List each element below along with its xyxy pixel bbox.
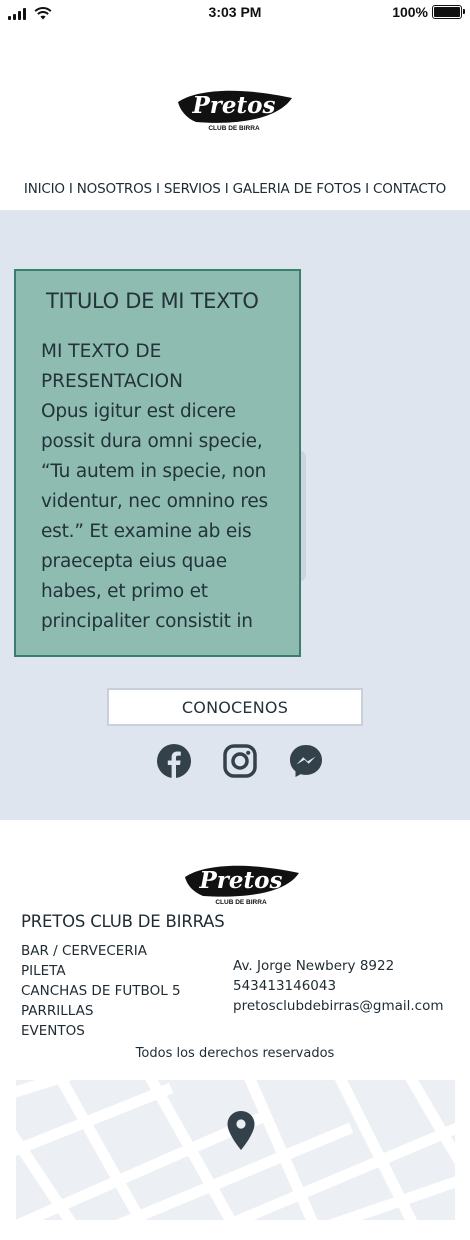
email-link[interactable]: pretosclubdebirras@gmail.com bbox=[233, 996, 444, 1016]
card-body: Opus igitur est dicere possit dura omni … bbox=[41, 401, 268, 632]
social-links bbox=[156, 743, 324, 779]
footer-title: PRETOS CLUB DE BIRRAS bbox=[21, 912, 225, 931]
location-map[interactable] bbox=[16, 1080, 455, 1220]
messenger-icon[interactable] bbox=[288, 743, 324, 779]
service-item: CANCHAS DE FUTBOL 5 bbox=[21, 983, 181, 999]
service-item: PILETA bbox=[21, 963, 66, 979]
contact-info: Av. Jorge Newbery 8922 543413146043 pret… bbox=[233, 956, 444, 1016]
services-list: BAR / CERVECERIA PILETA CANCHAS DE FUTBO… bbox=[21, 941, 181, 1041]
card-subtitle: MI TEXTO DE PRESENTACION bbox=[41, 341, 183, 392]
footer-logo[interactable]: Pretos CLUB DE BIRRA bbox=[183, 857, 301, 907]
main-nav[interactable]: INICIO I NOSOTROS I SERVIOS I GALERIA DE… bbox=[0, 181, 470, 197]
footer-logo-tagline: CLUB DE BIRRA bbox=[215, 899, 267, 906]
service-item: PARRILLAS bbox=[21, 1003, 94, 1019]
footer-logo-text: Pretos bbox=[199, 867, 283, 894]
status-bar: 3:03 PM 100% bbox=[0, 0, 470, 28]
battery-percent: 100% bbox=[392, 4, 428, 20]
address-text: Av. Jorge Newbery 8922 bbox=[233, 958, 395, 974]
logo-text: Pretos bbox=[192, 92, 276, 119]
logo-tagline: CLUB DE BIRRA bbox=[208, 125, 260, 132]
battery-icon bbox=[432, 5, 465, 19]
service-item: BAR / CERVECERIA bbox=[21, 943, 147, 959]
instagram-icon[interactable] bbox=[222, 743, 258, 779]
phone-link[interactable]: 543413146043 bbox=[233, 976, 444, 996]
service-item: EVENTOS bbox=[21, 1023, 85, 1039]
header-logo[interactable]: Pretos CLUB DE BIRRA bbox=[176, 82, 294, 134]
copyright-text: Todos los derechos reservados bbox=[135, 1046, 335, 1061]
card-title: TITULO DE MI TEXTO bbox=[46, 289, 259, 313]
hero-section: TITULO DE MI TEXTO MI TEXTO DE PRESENTAC… bbox=[0, 210, 470, 820]
conocenos-button[interactable]: CONOCENOS bbox=[107, 688, 363, 726]
presentation-card: TITULO DE MI TEXTO MI TEXTO DE PRESENTAC… bbox=[14, 269, 301, 657]
map-pin-icon bbox=[227, 1111, 255, 1150]
facebook-icon[interactable] bbox=[156, 743, 192, 779]
